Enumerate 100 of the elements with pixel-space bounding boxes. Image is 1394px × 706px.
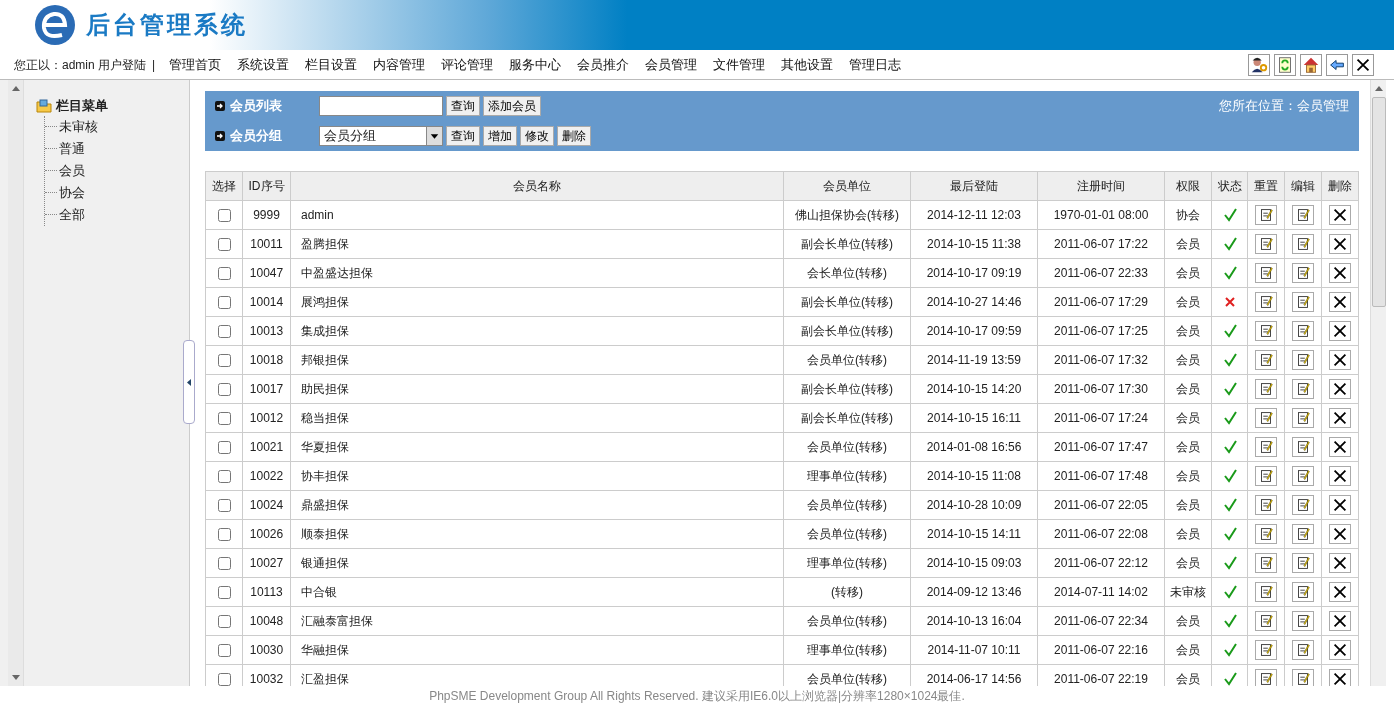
reset-icon[interactable]	[1255, 234, 1277, 254]
nav-link[interactable]: 文件管理	[713, 54, 766, 75]
edit-icon[interactable]	[1292, 611, 1314, 631]
collapse-left-icon[interactable]	[187, 378, 191, 386]
row-checkbox[interactable]	[217, 470, 231, 484]
nav-link[interactable]: 会员管理	[645, 54, 698, 75]
delete-icon[interactable]	[1329, 524, 1351, 544]
edit-icon[interactable]	[1292, 263, 1314, 283]
nav-link[interactable]: 栏目设置	[305, 54, 358, 75]
check-icon[interactable]	[1222, 527, 1237, 541]
row-checkbox[interactable]	[217, 412, 231, 426]
edit-icon[interactable]	[1292, 640, 1314, 660]
reset-icon[interactable]	[1255, 437, 1277, 457]
collapse-handle[interactable]	[183, 340, 195, 424]
row-checkbox[interactable]	[217, 238, 231, 252]
row-checkbox[interactable]	[217, 557, 231, 571]
reset-icon[interactable]	[1255, 466, 1277, 486]
edit-icon[interactable]	[1292, 408, 1314, 428]
delete-icon[interactable]	[1329, 553, 1351, 573]
nav-link[interactable]: 管理首页	[169, 54, 222, 75]
scroll-thumb[interactable]	[1371, 97, 1386, 307]
check-icon[interactable]	[1222, 469, 1237, 483]
sidebar-scrollbar[interactable]	[8, 80, 24, 686]
check-icon[interactable]	[1222, 498, 1237, 512]
group-action-button[interactable]: 删除	[557, 126, 591, 146]
group-action-button[interactable]: 查询	[446, 126, 480, 146]
edit-icon[interactable]	[1292, 379, 1314, 399]
edit-icon[interactable]	[1292, 292, 1314, 312]
menu-item[interactable]: 普通	[59, 138, 85, 159]
add-member-button[interactable]: 添加会员	[483, 96, 541, 116]
delete-icon[interactable]	[1329, 611, 1351, 631]
edit-icon[interactable]	[1292, 234, 1314, 254]
nav-link[interactable]: 评论管理	[441, 54, 494, 75]
reset-icon[interactable]	[1255, 350, 1277, 370]
reset-icon[interactable]	[1255, 524, 1277, 544]
row-checkbox[interactable]	[217, 354, 231, 368]
nav-link[interactable]: 内容管理	[373, 54, 426, 75]
edit-icon[interactable]	[1292, 205, 1314, 225]
delete-icon[interactable]	[1329, 263, 1351, 283]
delete-icon[interactable]	[1329, 234, 1351, 254]
scroll-up-icon[interactable]	[1374, 86, 1383, 91]
check-icon[interactable]	[1222, 237, 1237, 251]
row-checkbox[interactable]	[217, 673, 231, 686]
row-checkbox[interactable]	[217, 499, 231, 513]
nav-link[interactable]: 系统设置	[237, 54, 290, 75]
menu-item[interactable]: 未审核	[59, 116, 98, 137]
row-checkbox[interactable]	[217, 528, 231, 542]
reset-icon[interactable]	[1255, 205, 1277, 225]
nav-link[interactable]: 会员推介	[577, 54, 630, 75]
row-checkbox[interactable]	[217, 615, 231, 629]
delete-icon[interactable]	[1329, 669, 1351, 686]
check-icon[interactable]	[1222, 440, 1237, 454]
row-checkbox[interactable]	[217, 325, 231, 339]
delete-icon[interactable]	[1329, 582, 1351, 602]
home-icon[interactable]	[1300, 53, 1322, 76]
edit-icon[interactable]	[1292, 669, 1314, 686]
menu-item[interactable]: 全部	[59, 204, 85, 225]
row-checkbox[interactable]	[217, 644, 231, 658]
reset-icon[interactable]	[1255, 263, 1277, 283]
scroll-down-icon[interactable]	[11, 675, 20, 680]
nav-link[interactable]: 其他设置	[781, 54, 834, 75]
edit-icon[interactable]	[1292, 524, 1314, 544]
check-icon[interactable]	[1222, 208, 1237, 222]
dropdown-caret-icon[interactable]	[426, 127, 442, 145]
delete-icon[interactable]	[1329, 292, 1351, 312]
edit-icon[interactable]	[1292, 582, 1314, 602]
search-button[interactable]: 查询	[446, 96, 480, 116]
delete-icon[interactable]	[1329, 350, 1351, 370]
close-icon[interactable]	[1352, 53, 1374, 76]
edit-icon[interactable]	[1292, 495, 1314, 515]
delete-icon[interactable]	[1329, 321, 1351, 341]
check-icon[interactable]	[1222, 382, 1237, 396]
delete-icon[interactable]	[1329, 640, 1351, 660]
edit-icon[interactable]	[1292, 321, 1314, 341]
reset-icon[interactable]	[1255, 669, 1277, 686]
edit-icon[interactable]	[1292, 437, 1314, 457]
edit-icon[interactable]	[1292, 466, 1314, 486]
reset-icon[interactable]	[1255, 611, 1277, 631]
reset-icon[interactable]	[1255, 582, 1277, 602]
check-icon[interactable]	[1222, 353, 1237, 367]
row-checkbox[interactable]	[217, 267, 231, 281]
reset-icon[interactable]	[1255, 495, 1277, 515]
reset-icon[interactable]	[1255, 321, 1277, 341]
row-checkbox[interactable]	[217, 441, 231, 455]
check-icon[interactable]	[1222, 411, 1237, 425]
reset-icon[interactable]	[1255, 408, 1277, 428]
delete-icon[interactable]	[1329, 408, 1351, 428]
group-action-button[interactable]: 增加	[483, 126, 517, 146]
check-icon[interactable]	[1222, 266, 1237, 280]
menu-item[interactable]: 协会	[59, 182, 85, 203]
check-icon[interactable]	[1222, 643, 1237, 657]
reset-icon[interactable]	[1255, 379, 1277, 399]
reset-icon[interactable]	[1255, 640, 1277, 660]
edit-icon[interactable]	[1292, 350, 1314, 370]
nav-link[interactable]: 管理日志	[849, 54, 902, 75]
check-icon[interactable]	[1222, 672, 1237, 686]
reset-icon[interactable]	[1255, 553, 1277, 573]
delete-icon[interactable]	[1329, 379, 1351, 399]
cross-icon[interactable]	[1223, 296, 1236, 308]
check-icon[interactable]	[1222, 585, 1237, 599]
